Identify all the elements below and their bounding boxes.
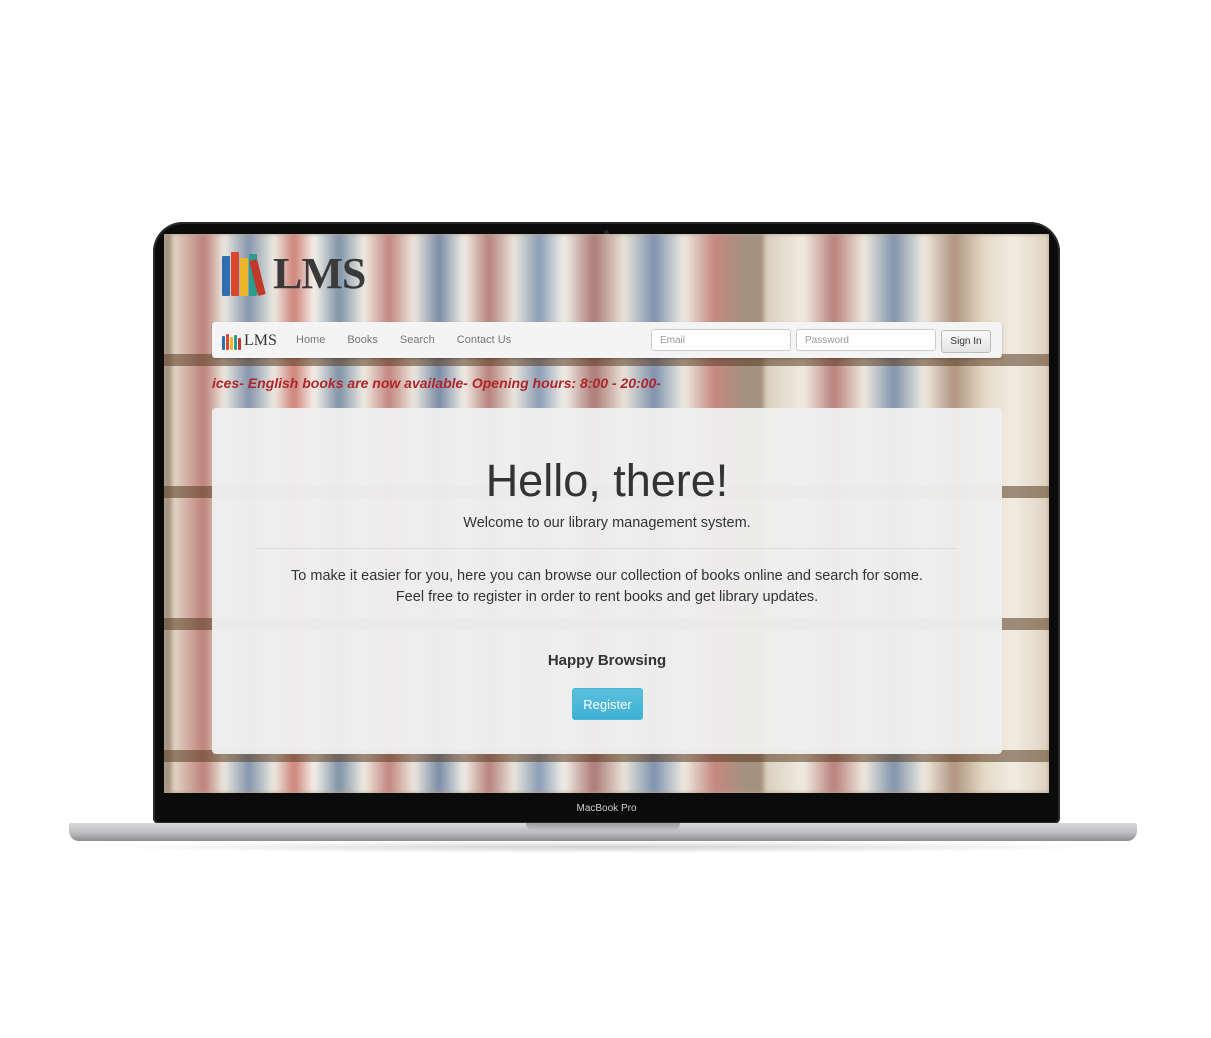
welcome-jumbotron: Hello, there! Welcome to our library man… <box>212 408 1002 754</box>
happy-browsing-text: Happy Browsing <box>547 652 667 669</box>
nav-link-home[interactable]: Home <box>296 334 325 346</box>
password-input[interactable] <box>796 329 936 351</box>
navbar: LMS Home Books Search Contact Us Sign In <box>212 322 1002 358</box>
email-input[interactable] <box>651 329 791 351</box>
header-logo-text: LMS <box>273 249 366 298</box>
register-button[interactable]: Register <box>572 688 643 720</box>
device-label: MacBook Pro <box>576 803 637 814</box>
welcome-lead: Welcome to our library management system… <box>463 515 751 531</box>
welcome-body-line-2: Feel free to register in order to rent b… <box>395 589 819 605</box>
laptop-base-notch <box>526 823 680 831</box>
nav-links: Home Books Search Contact Us <box>296 322 533 358</box>
logo-books-icon <box>222 252 267 296</box>
welcome-body-line-1: To make it easier for you, here you can … <box>291 568 923 584</box>
browser-screen: LMS LMS Home Books Search Contact Us Sig… <box>164 234 1049 793</box>
page-title: Hello, there! <box>485 455 729 506</box>
news-ticker: ices- English books are now available- O… <box>212 375 661 391</box>
brand-books-icon <box>222 334 242 350</box>
nav-link-contact[interactable]: Contact Us <box>457 334 511 346</box>
laptop-shadow <box>90 841 1116 853</box>
divider <box>256 548 958 549</box>
nav-link-search[interactable]: Search <box>400 334 435 346</box>
navbar-brand-text: LMS <box>244 332 277 349</box>
sign-in-button[interactable]: Sign In <box>941 330 991 353</box>
nav-link-books[interactable]: Books <box>347 334 378 346</box>
welcome-body: To make it easier for you, here you can … <box>212 566 1002 608</box>
navbar-brand[interactable]: LMS <box>222 330 277 350</box>
header-logo[interactable]: LMS <box>222 249 366 298</box>
